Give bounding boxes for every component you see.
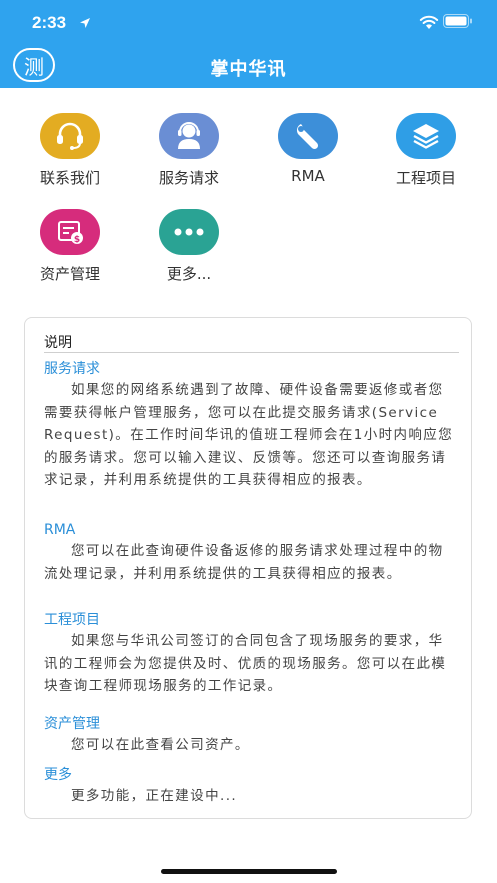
status-time: 2:33 (32, 13, 67, 32)
menu-label: RMA (291, 167, 325, 185)
menu-label: 工程项目 (395, 169, 456, 187)
app-header: 2:33 测 掌中华讯 (0, 0, 497, 88)
location-arrow-icon (79, 14, 91, 33)
section-title: 工程项目 (44, 612, 100, 628)
section-body: 如果您与华讯公司签订的合同包含了现场服务的要求，华讯的工程师会为您提供及时、优质… (44, 633, 447, 694)
asset-card-icon: $ (40, 209, 100, 255)
section-title: 服务请求 (44, 361, 100, 377)
section-projects: 工程项目 如果您与华讯公司签订的合同包含了现场服务的要求，华讯的工程师会为您提供… (44, 610, 456, 698)
support-agent-icon (159, 113, 219, 159)
section-body: 如果您的网络系统遇到了故障、硬件设备需要返修或者您需要获得帐户管理服务，您可以在… (44, 382, 454, 488)
menu-item-contact[interactable]: 联系我们 (15, 113, 125, 193)
wrench-icon (278, 113, 338, 159)
menu-item-service-request[interactable]: 服务请求 (134, 113, 244, 193)
section-body: 更多功能，正在建设中... (71, 788, 238, 804)
section-assets: 资产管理 您可以在此查看公司资产。 (44, 714, 456, 757)
headset-icon (40, 113, 100, 159)
section-title: 更多 (44, 767, 72, 783)
svg-text:$: $ (74, 235, 80, 245)
section-more: 更多 更多功能，正在建设中... (44, 765, 456, 808)
menu-label: 服务请求 (158, 169, 219, 187)
section-body: 您可以在此查询硬件设备返修的服务请求处理过程中的物流处理记录，并利用系统提供的工… (44, 543, 444, 582)
battery-icon (443, 14, 473, 33)
more-dots-icon (159, 209, 219, 255)
layers-icon (396, 113, 456, 159)
status-bar: 2:33 (0, 0, 497, 44)
menu-item-more[interactable]: 更多... (134, 209, 244, 289)
panel-title: 说明 (44, 335, 72, 351)
page-title: 掌中华讯 (210, 59, 287, 80)
section-title: RMA (44, 522, 76, 538)
section-service-request: 服务请求 如果您的网络系统遇到了故障、硬件设备需要返修或者您需要获得帐户管理服务… (44, 359, 456, 492)
menu-label: 资产管理 (39, 265, 100, 283)
menu-label: 更多... (166, 265, 212, 283)
home-indicator (161, 869, 337, 874)
wifi-icon (419, 15, 439, 34)
section-body: 您可以在此查看公司资产。 (71, 737, 250, 753)
menu-item-projects[interactable]: 工程项目 (371, 113, 481, 193)
section-title: 资产管理 (44, 716, 100, 732)
menu-item-assets[interactable]: $ 资产管理 (15, 209, 125, 289)
menu-item-rma[interactable]: RMA (253, 113, 363, 193)
section-rma: RMA 您可以在此查询硬件设备返修的服务请求处理过程中的物流处理记录，并利用系统… (44, 520, 456, 585)
divider (44, 352, 459, 353)
menu-label: 联系我们 (39, 169, 100, 187)
description-panel: 说明 服务请求 如果您的网络系统遇到了故障、硬件设备需要返修或者您需要获得帐户管… (24, 317, 472, 819)
nav-bar: 测 掌中华讯 (0, 44, 497, 88)
